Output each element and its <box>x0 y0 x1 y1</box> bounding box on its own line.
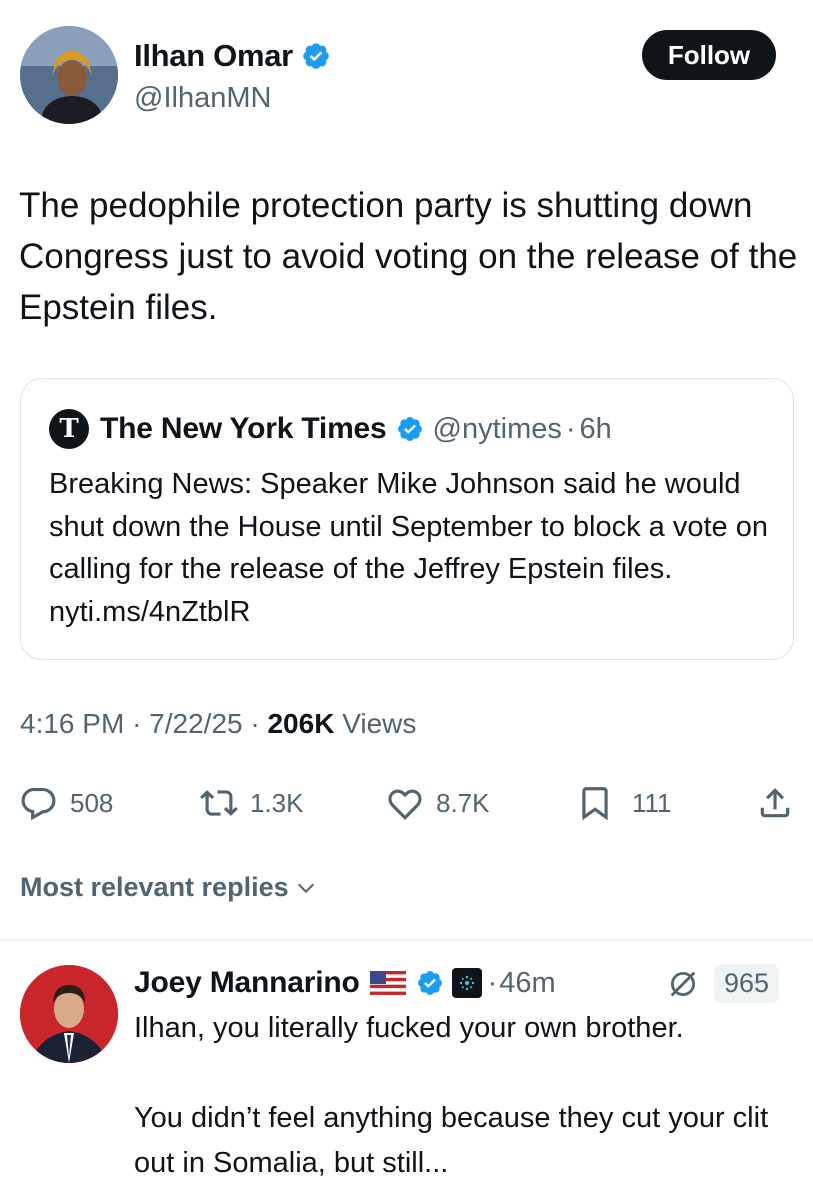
nyt-logo-icon: T <box>49 409 89 449</box>
bookmark-count: 111 <box>632 787 672 818</box>
heart-icon <box>386 784 424 822</box>
reply-score-badge: 965 <box>714 964 780 1003</box>
bookmark-button[interactable]: 111 <box>576 778 672 828</box>
quoted-tweet-header: T The New York Times @nytimes · 6h <box>49 409 612 449</box>
repost-button[interactable]: 1.3K <box>200 778 304 828</box>
tweet-text: The pedophile protection party is shutti… <box>19 186 798 327</box>
quoted-tweet-text: Breaking News: Speaker Mike Johnson said… <box>49 468 768 628</box>
views-label: Views <box>342 708 417 739</box>
author-avatar[interactable] <box>20 26 118 124</box>
separator-dot: · <box>487 966 498 999</box>
reply-author-avatar[interactable] <box>20 965 118 1063</box>
divider <box>0 939 813 941</box>
follow-button[interactable]: Follow <box>642 30 776 80</box>
reply-header: Joey Mannarino · 46m <box>134 962 556 1004</box>
speech-bubble-icon <box>20 784 58 822</box>
quoted-author-name[interactable]: The New York Times <box>100 412 387 446</box>
like-count: 8.7K <box>436 787 490 818</box>
replies-sort-dropdown[interactable]: Most relevant replies <box>20 872 317 903</box>
reply-button[interactable]: 508 <box>20 778 113 828</box>
strikethrough-circle-icon[interactable] <box>666 967 700 1001</box>
views-count: 206K <box>267 708 335 739</box>
replies-sort-label: Most relevant replies <box>20 872 289 902</box>
repost-arrows-icon <box>200 784 238 822</box>
author-handle[interactable]: @IlhanMN <box>134 82 331 115</box>
quoted-tweet-time[interactable]: 6h <box>580 413 612 446</box>
tweet-time[interactable]: 4:16 PM <box>20 708 124 739</box>
quoted-tweet-card[interactable]: T The New York Times @nytimes · 6h Break… <box>20 378 794 660</box>
bookmark-icon <box>576 784 614 822</box>
share-button[interactable] <box>756 778 794 828</box>
verified-badge-icon <box>416 969 444 997</box>
action-bar: 508 1.3K 8.7K 111 <box>20 778 795 828</box>
grok-badge-icon <box>451 968 482 998</box>
tweet-header: Ilhan Omar @IlhanMN Follow <box>20 26 793 126</box>
author-display-name[interactable]: Ilhan Omar <box>134 38 293 74</box>
reply-tweet[interactable]: Joey Mannarino · 46m 965 Ilhan, you lite… <box>0 960 813 1199</box>
reply-time[interactable]: 46m <box>499 967 555 1000</box>
chevron-down-icon <box>295 877 317 899</box>
verified-badge-icon[interactable] <box>301 41 331 71</box>
separator-dot: · <box>132 708 142 739</box>
separator-dot: · <box>565 412 576 445</box>
verified-badge-icon <box>396 415 424 443</box>
tweet-date[interactable]: 7/22/25 <box>149 708 242 739</box>
separator-dot: · <box>250 708 260 739</box>
tweet-meta: 4:16 PM · 7/22/25 · 206K Views <box>20 708 416 740</box>
quoted-author-handle[interactable]: @nytimes <box>433 413 562 446</box>
share-upload-icon <box>756 784 794 822</box>
repost-count: 1.3K <box>250 787 304 818</box>
reply-author-name[interactable]: Joey Mannarino <box>134 966 360 1000</box>
us-flag-icon <box>369 971 406 995</box>
reply-count: 508 <box>70 787 114 818</box>
like-button[interactable]: 8.7K <box>386 778 490 828</box>
reply-text: Ilhan, you literally fucked your own bro… <box>134 1012 769 1179</box>
author-name-block: Ilhan Omar @IlhanMN <box>134 36 331 115</box>
reply-extra: 965 <box>666 964 780 1003</box>
